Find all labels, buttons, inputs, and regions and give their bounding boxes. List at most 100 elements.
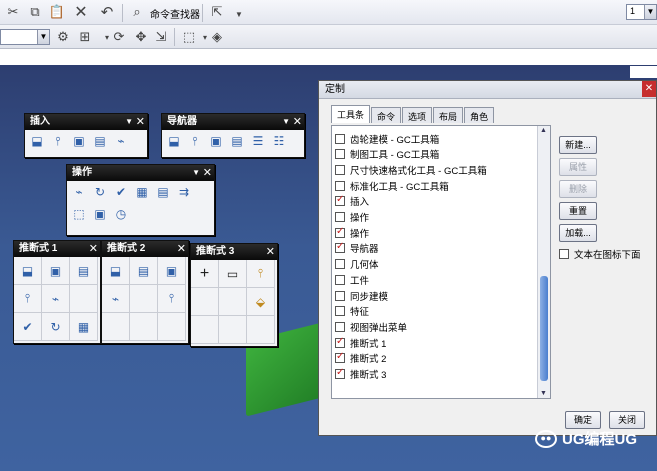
datum-icon[interactable]: ⫯ (49, 132, 67, 150)
plus-icon[interactable]: + (191, 260, 219, 288)
verify-icon[interactable]: ✔ (14, 313, 42, 341)
toolbar-checkbox[interactable] (335, 180, 345, 191)
list-item[interactable]: 视图弹出菜单 (335, 319, 407, 334)
sketch-icon[interactable]: ⬓ (28, 132, 46, 150)
pan-icon[interactable]: ✥ (132, 28, 150, 46)
list-icon[interactable]: ⬚ (70, 205, 88, 223)
reset-button[interactable]: 重置 (559, 202, 597, 220)
push2-toolbar-title[interactable]: 推断式 2 ✕ (102, 241, 188, 257)
chevron-down-icon[interactable]: ▼ (282, 114, 290, 130)
chevron-down-icon[interactable]: ▼ (192, 165, 200, 181)
list-item[interactable]: 推断式 3 (335, 367, 386, 382)
close-icon[interactable]: ✕ (89, 241, 98, 257)
toolbar-checkbox[interactable] (335, 149, 345, 160)
load-button[interactable]: 加载... (559, 224, 597, 242)
toolbar-list[interactable]: ▲ ▼ 齿轮建模 - GC工具箱 制图工具 - GC工具箱 尺寸快速格式化工具 - … (331, 125, 551, 399)
tab-commands[interactable]: 命令 (371, 107, 402, 123)
toolbar-checkbox[interactable] (335, 259, 345, 270)
copy-icon[interactable]: ⧉ (26, 3, 44, 21)
toolbar-checkbox[interactable] (335, 241, 345, 254)
operation-toolbar-title[interactable]: 操作 ▼ ✕ (67, 165, 214, 181)
postprocess-icon[interactable]: ▦ (70, 313, 98, 341)
toolbar-checkbox[interactable] (335, 133, 345, 144)
snap-icon[interactable]: ⚙ (54, 28, 72, 46)
toolbar-checkbox[interactable] (335, 336, 345, 348)
list-item[interactable]: 插入 (335, 194, 369, 209)
close-icon[interactable]: ✕ (266, 244, 275, 260)
list-item[interactable]: 同步建模 (335, 288, 388, 303)
replay-icon[interactable]: ↻ (42, 313, 70, 341)
list-item[interactable]: 导航器 (335, 241, 379, 256)
extrude-icon[interactable]: ▣ (42, 257, 70, 285)
list-item[interactable]: 几何体 (335, 257, 379, 272)
time-icon[interactable]: ◷ (112, 205, 130, 223)
toolbar-checkbox[interactable] (335, 194, 345, 207)
rectangle-icon[interactable]: ▭ (219, 260, 247, 288)
list-scrollbar[interactable]: ▲ ▼ (537, 126, 550, 398)
scrollbar-thumb[interactable] (540, 276, 548, 381)
toolbar-checkbox[interactable] (335, 351, 345, 364)
list-item[interactable]: 齿轮建模 - GC工具箱 (335, 131, 439, 146)
geometry-view-icon[interactable]: ▣ (207, 132, 225, 150)
close-icon[interactable]: ✕ (293, 114, 302, 130)
toolbar-checkbox[interactable] (335, 164, 345, 175)
list-item[interactable]: 推断式 2 (335, 351, 386, 366)
tab-options[interactable]: 选项 (402, 107, 433, 123)
image-icon[interactable]: ▣ (91, 205, 109, 223)
push1-toolbar-title[interactable]: 推断式 1 ✕ (14, 241, 100, 257)
pattern-icon[interactable]: ▤ (70, 257, 98, 285)
pattern-icon[interactable]: ▤ (91, 132, 109, 150)
undo-icon[interactable]: ↶ (98, 3, 116, 21)
postprocess-icon[interactable]: ▦ (133, 183, 151, 201)
cut-icon[interactable]: ✂ (4, 3, 22, 21)
toolbar-checkbox[interactable] (335, 212, 345, 222)
close-icon[interactable]: ✕ (136, 114, 145, 130)
datum-icon[interactable]: ⫯ (14, 285, 42, 313)
command-finder-icon[interactable]: ⌕ (128, 3, 146, 21)
list-item[interactable]: 特征 (335, 304, 369, 319)
program-view-icon[interactable]: ⬓ (165, 132, 183, 150)
navigator-toolbar-title[interactable]: 导航器 ▼ ✕ (162, 114, 304, 130)
close-icon[interactable]: ✕ (203, 165, 212, 181)
method-view-icon[interactable]: ▤ (228, 132, 246, 150)
cube-search-icon[interactable]: ⬙ (247, 288, 275, 316)
holder-icon[interactable]: ⫯ (247, 260, 275, 288)
generate-path-icon[interactable]: ⌁ (70, 183, 88, 201)
tool-view-icon[interactable]: ⫯ (186, 132, 204, 150)
close-button[interactable]: 关闭 (609, 411, 645, 429)
toolbar-checkbox[interactable] (335, 306, 345, 317)
cube-icon[interactable]: ◈ (208, 28, 226, 46)
trim-icon[interactable]: ⌁ (112, 132, 130, 150)
list-item[interactable]: 推断式 1 (335, 335, 386, 350)
list-item[interactable]: 工件 (335, 272, 369, 287)
insert-toolbar-title[interactable]: 插入 ▼ ✕ (25, 114, 147, 130)
toolbar-checkbox[interactable] (335, 290, 345, 301)
verify-icon[interactable]: ✔ (112, 183, 130, 201)
trim-icon[interactable]: ⌁ (42, 285, 70, 313)
trim-icon[interactable]: ⌁ (102, 285, 130, 313)
properties-button[interactable]: 属性 (559, 158, 597, 176)
shop-doc-icon[interactable]: ▤ (154, 183, 172, 201)
tree-expand-icon[interactable]: ☷ (270, 132, 288, 150)
scroll-down-icon[interactable]: ▼ (540, 390, 547, 397)
paste-icon[interactable]: 📋 (48, 3, 66, 21)
tab-layout[interactable]: 布局 (433, 107, 464, 123)
list-item[interactable]: 标准化工具 - GC工具箱 (335, 178, 449, 193)
method-view-icon[interactable]: ▤ (130, 257, 158, 285)
ok-button[interactable]: 确定 (565, 411, 601, 429)
program-view-icon[interactable]: ⬓ (102, 257, 130, 285)
toolbar-checkbox[interactable] (335, 226, 345, 238)
rotate-icon[interactable]: ⟳ (110, 28, 128, 46)
new-button[interactable]: 新建... (559, 136, 597, 154)
output-icon[interactable]: ⇉ (175, 183, 193, 201)
geometry-view-icon[interactable]: ▣ (158, 257, 186, 285)
sketch-icon[interactable]: ⬓ (14, 257, 42, 285)
close-icon[interactable]: ✕ (177, 241, 186, 257)
close-icon[interactable]: ✕ (642, 81, 656, 97)
tree-icon[interactable]: ☰ (249, 132, 267, 150)
scroll-up-icon[interactable]: ▲ (540, 127, 547, 134)
filter-combo[interactable]: ▼ (0, 29, 50, 45)
list-item[interactable]: 操作 (335, 210, 369, 225)
datum-icon[interactable]: ⫯ (158, 285, 186, 313)
list-item[interactable]: 尺寸快速格式化工具 - GC工具箱 (335, 162, 487, 177)
